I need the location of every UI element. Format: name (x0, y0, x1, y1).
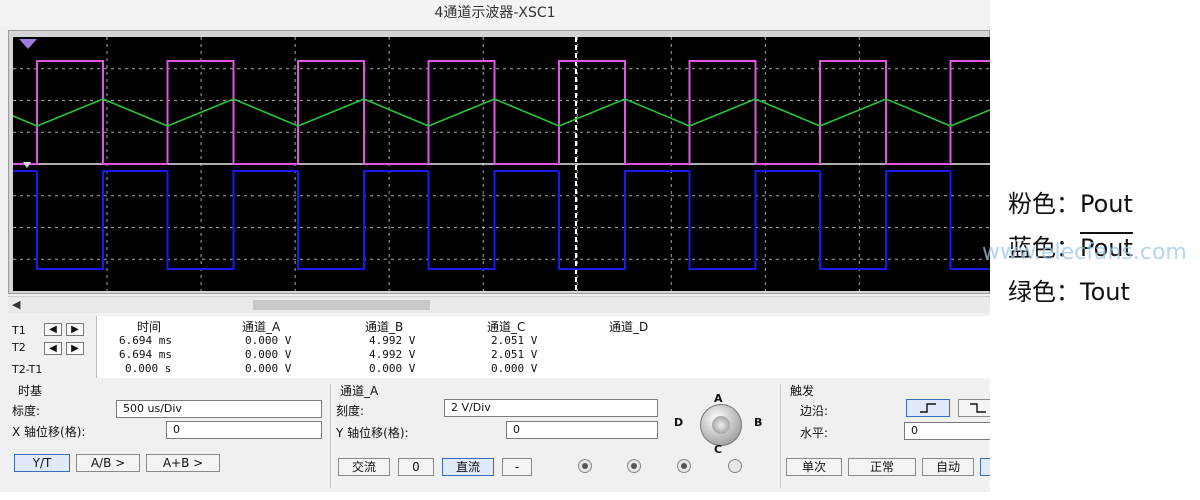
header-time: 时间 (137, 320, 162, 334)
timebase-scale-field[interactable]: 500 us/Div (116, 400, 322, 418)
cursor-readout: T1 ◀ ▶ T2 ◀ ▶ T2-T1 时间 通道_A 通道_B 通道_C 通道… (8, 316, 990, 378)
diff-channel-a: 0.000 V (245, 362, 292, 375)
knob-label-c: C (714, 443, 723, 456)
trigger-level-field[interactable]: 0 (904, 422, 990, 440)
horizontal-scrollbar[interactable]: ◀ (8, 296, 990, 313)
legend-green-signal: Tout (1080, 278, 1130, 306)
trigger-edge-label: 边沿: (800, 404, 829, 418)
waveform-plot (13, 37, 990, 291)
knob-label-d: D (674, 416, 684, 429)
invert-button[interactable]: - (502, 458, 532, 476)
t1-left-button[interactable]: ◀ (44, 323, 62, 336)
falling-edge-button[interactable] (958, 399, 990, 417)
legend-pink: 粉色：Pout (1008, 184, 1133, 219)
normal-mode-button[interactable]: 正常 (848, 458, 916, 476)
readout-table: 时间 通道_A 通道_B 通道_C 通道_D 6.694 ms 0.000 V … (96, 316, 990, 378)
y-position-field[interactable]: 0 (506, 421, 658, 439)
arrow-left-icon: ◀ (49, 324, 57, 335)
legend-pink-signal: Pout (1080, 190, 1133, 218)
knob-label-b: B (754, 416, 763, 429)
scroll-left-icon[interactable]: ◀ (12, 297, 20, 313)
channel-scale-label: 刻度: (336, 404, 365, 418)
auto-mode-button[interactable]: 自动 (922, 458, 974, 476)
dc-coupling-button[interactable]: 直流 (442, 458, 494, 476)
divider (330, 384, 331, 488)
t1-channel-c: 2.051 V (491, 334, 538, 347)
cursor-t1-label: T1 (12, 324, 26, 337)
y-position-label: Y 轴位移(格): (336, 426, 409, 440)
timebase-scale-label: 标度: (12, 404, 41, 418)
yt-mode-button[interactable]: Y/T (14, 454, 70, 472)
scrollbar-thumb[interactable] (253, 300, 430, 310)
x-position-field[interactable]: 0 (166, 421, 322, 439)
header-channel-c: 通道_C (487, 320, 526, 334)
diff-time: 0.000 s (125, 362, 172, 375)
arrow-right-icon: ▶ (71, 324, 79, 335)
trigger-level-label: 水平: (800, 426, 829, 440)
t1-right-button[interactable]: ▶ (66, 323, 84, 336)
window-title: 4通道示波器-XSC1 (0, 0, 990, 26)
diff-channel-b: 0.000 V (369, 362, 416, 375)
arrow-right-icon: ▶ (71, 343, 79, 354)
t1-time: 6.694 ms (119, 334, 172, 347)
t2-right-button[interactable]: ▶ (66, 342, 84, 355)
channel-title: 通道_A (340, 384, 379, 398)
channel-a-radio[interactable] (578, 459, 592, 473)
legend-green-label: 绿色： (1008, 278, 1080, 306)
divider (780, 384, 781, 488)
channel-d-radio[interactable] (728, 459, 742, 473)
header-channel-d: 通道_D (609, 320, 649, 334)
rising-edge-icon (920, 403, 936, 413)
diff-channel-c: 0.000 V (491, 362, 538, 375)
single-mode-button[interactable]: 单次 (786, 458, 842, 476)
t2-time: 6.694 ms (119, 348, 172, 361)
cursor-t2-label: T2 (12, 341, 26, 354)
ac-coupling-button[interactable]: 交流 (338, 458, 390, 476)
trigger-title: 触发 (790, 384, 815, 398)
arrow-left-icon: ◀ (49, 343, 57, 354)
legend-green: 绿色：Tout (1008, 272, 1130, 307)
t1-channel-b: 4.992 V (369, 334, 416, 347)
legend-pink-label: 粉色： (1008, 190, 1080, 218)
scope-display (8, 30, 990, 294)
rising-edge-button[interactable] (906, 399, 950, 417)
channel-scale-field[interactable]: 2 V/Div (444, 399, 658, 417)
t1-channel-a: 0.000 V (245, 334, 292, 347)
a-plus-b-mode-button[interactable]: A+B > (146, 454, 220, 472)
channel-c-radio[interactable] (677, 459, 691, 473)
timebase-title: 时基 (18, 384, 43, 398)
channel-selector-knob[interactable] (700, 404, 742, 446)
knob-label-a: A (714, 392, 723, 405)
t2-channel-a: 0.000 V (245, 348, 292, 361)
t2-channel-b: 4.992 V (369, 348, 416, 361)
t2-channel-c: 2.051 V (491, 348, 538, 361)
header-channel-b: 通道_B (365, 320, 404, 334)
t2-left-button[interactable]: ◀ (44, 342, 62, 355)
oscilloscope-window: 4通道示波器-XSC1 ◀ T1 ◀ ▶ T2 ◀ ▶ T2-T1 时间 通道_… (0, 0, 990, 492)
ab-mode-button[interactable]: A/B > (76, 454, 140, 472)
channel-b-radio[interactable] (627, 459, 641, 473)
falling-edge-icon (970, 403, 986, 413)
x-position-label: X 轴位移(格): (12, 425, 86, 439)
gnd-coupling-button[interactable]: 0 (398, 458, 434, 476)
none-mode-button[interactable] (980, 458, 990, 476)
watermark: www.elecfans.com (982, 240, 1187, 265)
header-channel-a: 通道_A (242, 320, 281, 334)
cursor-diff-label: T2-T1 (12, 363, 43, 376)
